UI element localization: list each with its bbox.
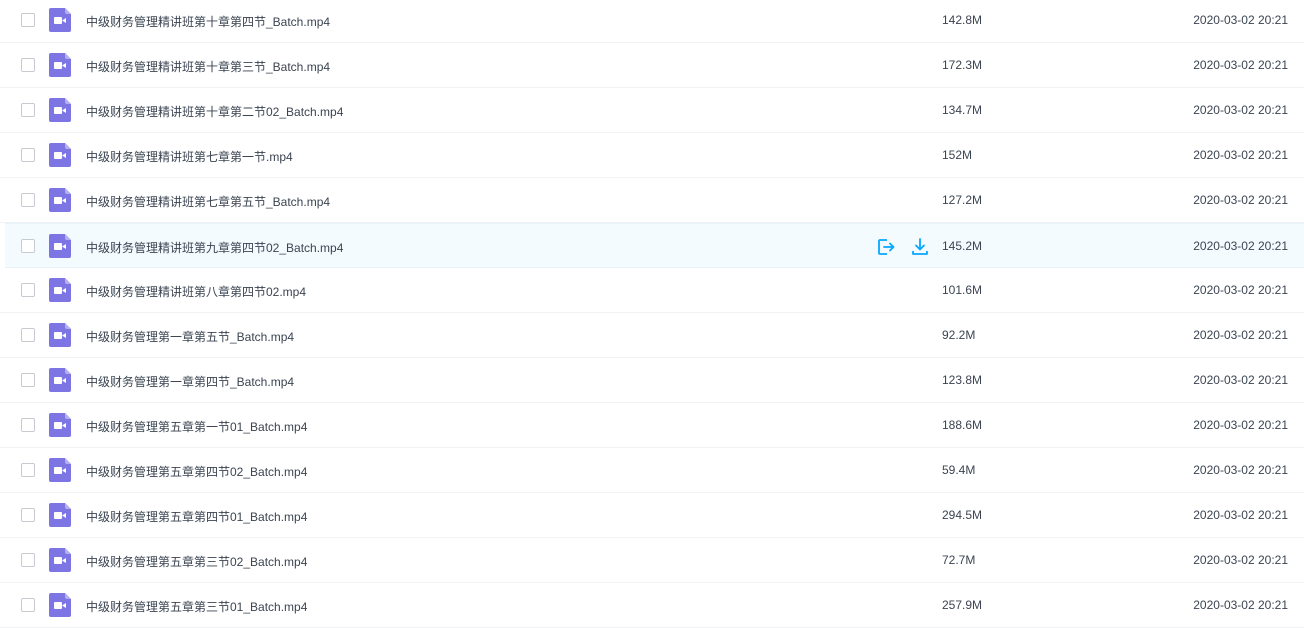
file-name[interactable]: 中级财务管理精讲班第十章第四节_Batch.mp4 bbox=[86, 13, 330, 30]
file-row[interactable]: 中级财务管理精讲班第七章第一节.mp4 152M 2020-03-02 20:2… bbox=[0, 133, 1304, 178]
file-modified-date: 2020-03-02 20:21 bbox=[1193, 148, 1288, 162]
file-row[interactable]: 中级财务管理第一章第四节_Batch.mp4 123.8M 2020-03-02… bbox=[0, 358, 1304, 403]
file-modified-date: 2020-03-02 20:21 bbox=[1193, 103, 1288, 117]
file-row[interactable]: 中级财务管理精讲班第七章第五节_Batch.mp4 127.2M 2020-03… bbox=[0, 178, 1304, 223]
video-file-icon bbox=[49, 234, 71, 258]
video-file-icon bbox=[49, 143, 71, 167]
file-row[interactable]: 中级财务管理精讲班第十章第四节_Batch.mp4 142.8M 2020-03… bbox=[0, 0, 1304, 43]
row-checkbox[interactable] bbox=[21, 283, 35, 297]
file-modified-date: 2020-03-02 20:21 bbox=[1193, 58, 1288, 72]
file-row[interactable]: 中级财务管理第五章第一节01_Batch.mp4 188.6M 2020-03-… bbox=[0, 403, 1304, 448]
file-size: 172.3M bbox=[942, 58, 983, 72]
row-checkbox[interactable] bbox=[21, 553, 35, 567]
download-icon[interactable] bbox=[910, 237, 930, 257]
file-name[interactable]: 中级财务管理精讲班第八章第四节02.mp4 bbox=[86, 283, 306, 300]
file-modified-date: 2020-03-02 20:21 bbox=[1193, 193, 1288, 207]
file-name[interactable]: 中级财务管理精讲班第十章第二节02_Batch.mp4 bbox=[86, 103, 343, 120]
file-size: 152M bbox=[942, 148, 973, 162]
file-size: 142.8M bbox=[942, 13, 983, 27]
file-modified-date: 2020-03-02 20:21 bbox=[1193, 13, 1288, 27]
file-name[interactable]: 中级财务管理第五章第三节01_Batch.mp4 bbox=[86, 598, 307, 615]
file-name[interactable]: 中级财务管理精讲班第九章第四节02_Batch.mp4 bbox=[86, 239, 343, 256]
file-name[interactable]: 中级财务管理第五章第三节02_Batch.mp4 bbox=[86, 553, 307, 570]
file-row[interactable]: 中级财务管理精讲班第八章第四节02.mp4 101.6M 2020-03-02 … bbox=[0, 268, 1304, 313]
file-modified-date: 2020-03-02 20:21 bbox=[1193, 283, 1288, 297]
file-modified-date: 2020-03-02 20:21 bbox=[1193, 373, 1288, 387]
file-row[interactable]: 中级财务管理精讲班第十章第三节_Batch.mp4 172.3M 2020-03… bbox=[0, 43, 1304, 88]
file-size: 188.6M bbox=[942, 418, 983, 432]
file-modified-date: 2020-03-02 20:21 bbox=[1193, 418, 1288, 432]
row-checkbox[interactable] bbox=[21, 598, 35, 612]
file-row[interactable]: 中级财务管理第五章第三节02_Batch.mp4 72.7M 2020-03-0… bbox=[0, 538, 1304, 583]
video-file-icon bbox=[49, 278, 71, 302]
file-size: 145.2M bbox=[942, 239, 983, 253]
file-list: 中级财务管理精讲班第十章第四节_Batch.mp4 142.8M 2020-03… bbox=[0, 0, 1304, 628]
file-name[interactable]: 中级财务管理第五章第四节02_Batch.mp4 bbox=[86, 463, 307, 480]
file-size: 72.7M bbox=[942, 553, 976, 567]
file-modified-date: 2020-03-02 20:21 bbox=[1193, 508, 1288, 522]
file-name[interactable]: 中级财务管理第一章第五节_Batch.mp4 bbox=[86, 328, 294, 345]
row-checkbox[interactable] bbox=[21, 239, 35, 253]
video-file-icon bbox=[49, 593, 71, 617]
video-file-icon bbox=[49, 503, 71, 527]
video-file-icon bbox=[49, 368, 71, 392]
move-out-icon[interactable] bbox=[876, 237, 896, 257]
row-checkbox[interactable] bbox=[21, 373, 35, 387]
file-name[interactable]: 中级财务管理第五章第四节01_Batch.mp4 bbox=[86, 508, 307, 525]
row-actions bbox=[876, 237, 930, 257]
file-size: 294.5M bbox=[942, 508, 983, 522]
file-modified-date: 2020-03-02 20:21 bbox=[1193, 553, 1288, 567]
video-file-icon bbox=[49, 8, 71, 32]
file-row[interactable]: 中级财务管理第五章第四节01_Batch.mp4 294.5M 2020-03-… bbox=[0, 493, 1304, 538]
video-file-icon bbox=[49, 188, 71, 212]
row-checkbox[interactable] bbox=[21, 193, 35, 207]
file-size: 127.2M bbox=[942, 193, 983, 207]
row-checkbox[interactable] bbox=[21, 103, 35, 117]
video-file-icon bbox=[49, 413, 71, 437]
file-name[interactable]: 中级财务管理精讲班第七章第一节.mp4 bbox=[86, 148, 293, 165]
file-name[interactable]: 中级财务管理精讲班第七章第五节_Batch.mp4 bbox=[86, 193, 330, 210]
file-size: 134.7M bbox=[942, 103, 983, 117]
file-size: 92.2M bbox=[942, 328, 976, 342]
file-size: 257.9M bbox=[942, 598, 983, 612]
file-row[interactable]: 中级财务管理第五章第四节02_Batch.mp4 59.4M 2020-03-0… bbox=[0, 448, 1304, 493]
row-checkbox[interactable] bbox=[21, 58, 35, 72]
row-checkbox[interactable] bbox=[21, 13, 35, 27]
file-size: 123.8M bbox=[942, 373, 983, 387]
file-name[interactable]: 中级财务管理第五章第一节01_Batch.mp4 bbox=[86, 418, 307, 435]
file-row[interactable]: 中级财务管理第一章第五节_Batch.mp4 92.2M 2020-03-02 … bbox=[0, 313, 1304, 358]
file-modified-date: 2020-03-02 20:21 bbox=[1193, 328, 1288, 342]
file-row[interactable]: 中级财务管理精讲班第十章第二节02_Batch.mp4 134.7M 2020-… bbox=[0, 88, 1304, 133]
row-checkbox[interactable] bbox=[21, 508, 35, 522]
file-row[interactable]: 中级财务管理第五章第三节01_Batch.mp4 257.9M 2020-03-… bbox=[0, 583, 1304, 628]
file-size: 101.6M bbox=[942, 283, 983, 297]
file-modified-date: 2020-03-02 20:21 bbox=[1193, 463, 1288, 477]
row-checkbox[interactable] bbox=[21, 328, 35, 342]
file-row[interactable]: 中级财务管理精讲班第九章第四节02_Batch.mp4 145.2M 2020-… bbox=[5, 223, 1304, 268]
row-checkbox[interactable] bbox=[21, 148, 35, 162]
video-file-icon bbox=[49, 98, 71, 122]
video-file-icon bbox=[49, 548, 71, 572]
video-file-icon bbox=[49, 323, 71, 347]
row-checkbox[interactable] bbox=[21, 463, 35, 477]
row-checkbox[interactable] bbox=[21, 418, 35, 432]
video-file-icon bbox=[49, 458, 71, 482]
file-size: 59.4M bbox=[942, 463, 976, 477]
file-modified-date: 2020-03-02 20:21 bbox=[1193, 239, 1288, 253]
video-file-icon bbox=[49, 53, 71, 77]
file-modified-date: 2020-03-02 20:21 bbox=[1193, 598, 1288, 612]
file-name[interactable]: 中级财务管理第一章第四节_Batch.mp4 bbox=[86, 373, 294, 390]
file-name[interactable]: 中级财务管理精讲班第十章第三节_Batch.mp4 bbox=[86, 58, 330, 75]
